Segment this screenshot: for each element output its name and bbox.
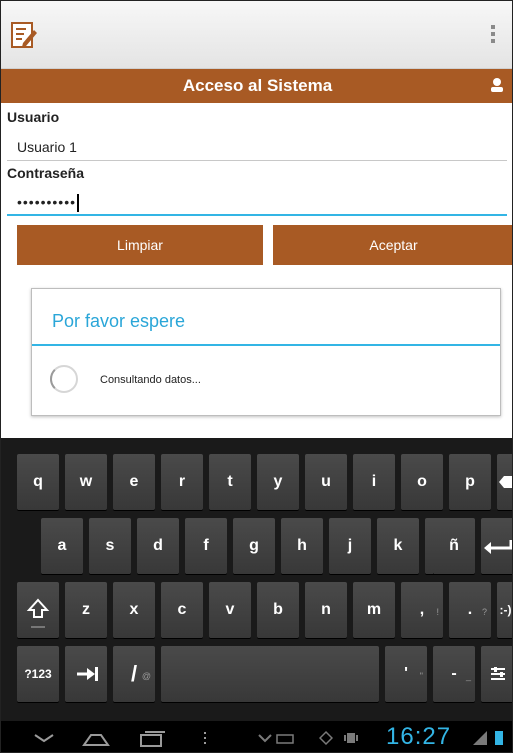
app-screen: Acceso al Sistema Usuario Usuario 1 Cont… xyxy=(0,0,513,753)
key-k[interactable]: k xyxy=(377,518,419,574)
key-n-tilde[interactable]: ñ xyxy=(433,518,475,574)
key-c[interactable]: c xyxy=(161,582,203,638)
password-input[interactable]: •••••••••• xyxy=(7,190,507,216)
text-cursor xyxy=(77,194,80,213)
key-u[interactable]: u xyxy=(305,454,347,510)
key-q[interactable]: q xyxy=(17,454,59,510)
quote-hint: " xyxy=(419,671,423,681)
at-hint: @ xyxy=(141,671,151,681)
space-key[interactable] xyxy=(161,646,379,702)
recent-apps-icon[interactable] xyxy=(137,727,167,749)
symbols-key[interactable]: ?123 xyxy=(17,646,59,702)
title-bar: Acceso al Sistema xyxy=(1,69,512,103)
usuario-value: Usuario 1 xyxy=(17,139,77,155)
battery-icon xyxy=(495,731,503,745)
password-label: Contraseña xyxy=(7,165,85,181)
sync-icon xyxy=(319,730,333,746)
enter-icon xyxy=(484,540,512,554)
dialog-title: Por favor espere xyxy=(52,311,186,331)
smiley-key[interactable]: :-) xyxy=(497,582,512,638)
keyboard-settings-icon xyxy=(491,667,505,680)
shift-key[interactable] xyxy=(17,582,59,638)
usuario-input[interactable]: Usuario 1 xyxy=(7,135,507,161)
overflow-menu-icon[interactable] xyxy=(490,25,496,47)
keyboard-settings-key[interactable] xyxy=(481,646,512,702)
key-g[interactable]: g xyxy=(233,518,275,574)
loading-spinner-icon xyxy=(50,365,78,393)
key-i[interactable]: i xyxy=(353,454,395,510)
clear-button[interactable]: Limpiar xyxy=(17,225,263,265)
tab-icon xyxy=(77,667,98,681)
key-b[interactable]: b xyxy=(257,582,299,638)
key-f[interactable]: f xyxy=(185,518,227,574)
key-o[interactable]: o xyxy=(401,454,443,510)
key-y[interactable]: y xyxy=(257,454,299,510)
key-comma[interactable]: !, xyxy=(401,582,443,638)
key-period[interactable]: ?. xyxy=(449,582,491,638)
accept-button[interactable]: Aceptar xyxy=(273,225,512,265)
dash-hint: _ xyxy=(465,671,471,681)
key-s[interactable]: s xyxy=(89,518,131,574)
slash-key[interactable]: @ / xyxy=(113,646,155,702)
key-m[interactable]: m xyxy=(353,582,395,638)
home-icon[interactable] xyxy=(81,727,111,749)
key-x[interactable]: x xyxy=(113,582,155,638)
enter-key[interactable] xyxy=(481,518,512,574)
clock: 16:27 xyxy=(386,723,452,750)
action-bar xyxy=(1,1,512,69)
backspace-icon xyxy=(499,476,512,488)
password-value: •••••••••• xyxy=(17,194,77,210)
usuario-label: Usuario xyxy=(7,109,60,125)
keyboard-hide-icon[interactable] xyxy=(257,727,307,749)
progress-dialog: Por favor espere Consultando datos... xyxy=(31,288,501,416)
dialog-divider xyxy=(32,344,500,346)
key-v[interactable]: v xyxy=(209,582,251,638)
tab-key[interactable] xyxy=(65,646,107,702)
dialog-message: Consultando datos... xyxy=(100,374,201,386)
period-hint: ? xyxy=(481,607,487,617)
back-icon[interactable] xyxy=(33,727,55,747)
key-z[interactable]: z xyxy=(65,582,107,638)
shift-icon xyxy=(26,598,50,628)
dash-key[interactable]: _ - xyxy=(433,646,475,702)
navigation-bar: 16:27 xyxy=(1,721,512,752)
backspace-key[interactable] xyxy=(497,454,512,510)
edit-note-icon[interactable] xyxy=(11,21,37,49)
soft-keyboard: q w e r t y u i o p a s d f g h j k l xyxy=(1,438,512,721)
key-r[interactable]: r xyxy=(161,454,203,510)
key-j[interactable]: j xyxy=(329,518,371,574)
key-h[interactable]: h xyxy=(281,518,323,574)
key-e[interactable]: e xyxy=(113,454,155,510)
key-d[interactable]: d xyxy=(137,518,179,574)
menu-icon[interactable] xyxy=(201,727,209,749)
key-w[interactable]: w xyxy=(65,454,107,510)
key-t[interactable]: t xyxy=(209,454,251,510)
android-debug-icon xyxy=(344,733,358,743)
key-a[interactable]: a xyxy=(41,518,83,574)
page-title: Acceso al Sistema xyxy=(182,76,333,95)
comma-hint: ! xyxy=(436,607,439,617)
key-p[interactable]: p xyxy=(449,454,491,510)
user-icon[interactable] xyxy=(490,77,504,93)
signal-icon xyxy=(473,731,487,745)
quote-key[interactable]: " ' xyxy=(385,646,427,702)
key-n[interactable]: n xyxy=(305,582,347,638)
